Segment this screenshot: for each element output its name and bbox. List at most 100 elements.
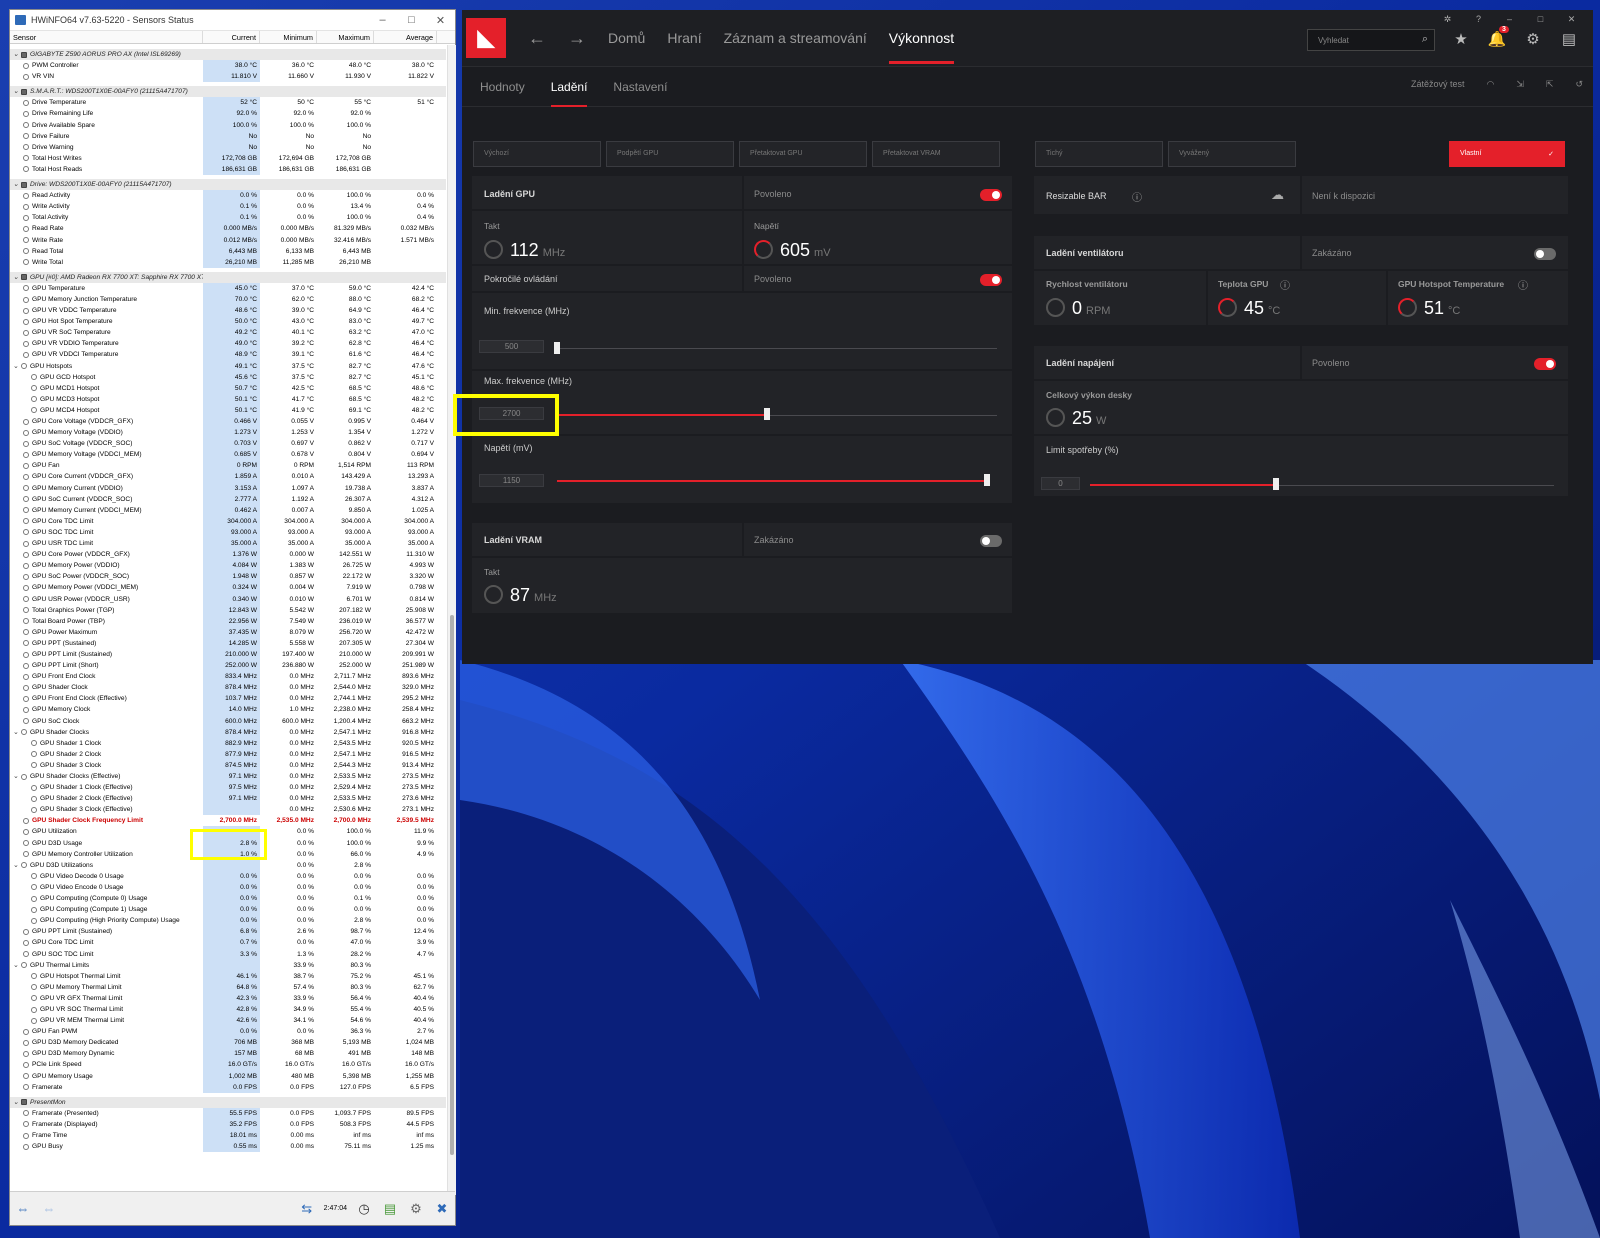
minimize-icon[interactable]: – [1494, 14, 1525, 25]
table-row[interactable]: GPU Memory Junction Temperature 70.0 °C 62… [10, 293, 446, 306]
max-freq-slider-handle[interactable] [764, 408, 770, 420]
table-row[interactable]: GPU MCD1 Hotspot 50.7 °C 42.5 °C 68.5 °C 48.… [10, 382, 446, 394]
table-row[interactable]: GPU SoC Voltage (VDDCR_SOC) 0.703 V 0.697 … [10, 438, 446, 450]
table-row[interactable]: ⌄ GPU Hotspots 49.1 °C 37.5 °C 82.7 °C 47.6 °… [10, 360, 446, 372]
bug-icon[interactable]: ✲ [1432, 14, 1463, 25]
table-row[interactable]: GPU Shader Clock 878.4 MHz 0.0 MHz 2,544.0 … [10, 682, 446, 694]
settings-icon[interactable]: ⚙ [403, 1198, 429, 1220]
table-row[interactable]: GPU VR VDDIO Temperature 49.0 °C 39.2 °C 62… [10, 338, 446, 350]
preset-oc-vram[interactable]: Přetaktovat VRAM [872, 141, 1000, 167]
table-row[interactable]: GPU VR SoC Temperature 49.2 °C 40.1 °C 63.2… [10, 327, 446, 339]
nav-gaming[interactable]: Hraní [667, 30, 701, 46]
table-row[interactable]: GPU USR Power (VDDCR_USR) 0.340 W 0.010 W 6… [10, 593, 446, 605]
max-freq-track-filled[interactable] [557, 414, 767, 416]
table-row[interactable]: Read Rate 0.000 MB/s 0.000 MB/s 81.329 MB/s… [10, 223, 446, 235]
expand-chevron-icon[interactable]: ⌄ [13, 86, 21, 97]
network-icon[interactable]: ⇆ [294, 1198, 320, 1220]
table-row[interactable]: Drive Warning No No No [10, 141, 446, 153]
table-row[interactable]: GPU Core Voltage (VDDCR_GFX) 0.466 V 0.055… [10, 416, 446, 428]
back-arrow-icon[interactable]: ← [528, 28, 546, 49]
nav-record[interactable]: Záznam a streamování [724, 30, 867, 46]
table-row[interactable]: Read Total 6,443 MB 6,133 MB 6,443 MB [10, 245, 446, 257]
table-row[interactable]: GPU D3D Memory Dynamic 157 MB 68 MB 491 MB 1… [10, 1048, 446, 1060]
scrollbar-thumb[interactable] [450, 615, 454, 1155]
search-input[interactable]: Vyhledat ⌕ [1307, 29, 1435, 51]
table-row[interactable]: GPU Core Power (VDDCR_GFX) 1.376 W 0.000 W… [10, 549, 446, 561]
table-row[interactable]: GPU Memory Usage 1,002 MB 480 MB 5,398 MB 1,… [10, 1070, 446, 1082]
col-maximum[interactable]: Maximum [317, 31, 374, 43]
table-row[interactable]: GPU VR VDDC Temperature 48.6 °C 39.0 °C 64.… [10, 305, 446, 317]
power-limit-slider-handle[interactable] [1273, 478, 1279, 490]
hotspot-help-icon[interactable]: ⓘ [1518, 277, 1528, 292]
sensor-scrollbar[interactable] [447, 45, 456, 1195]
table-row[interactable]: Total Graphics Power (TGP) 12.843 W 5.542 … [10, 604, 446, 616]
power-limit-track[interactable] [1276, 485, 1554, 486]
voltage-limit-input[interactable]: 1150 [479, 474, 544, 487]
table-row[interactable]: GPU Memory Current (VDDCI_MEM) 0.462 A 0.0… [10, 504, 446, 516]
table-row[interactable]: GPU PPT Limit (Short) 252.000 W 236.880 W 2… [10, 660, 446, 672]
table-row[interactable]: GPU Shader 2 Clock 877.9 MHz 0.0 MHz 2,547.… [10, 748, 446, 760]
table-row[interactable]: GPU Hotspot Thermal Limit 46.1 % 38.7 % 75.… [10, 970, 446, 982]
expand-chevron-icon[interactable]: ⌄ [13, 960, 21, 971]
table-row[interactable]: GPU Computing (Compute 0) Usage 0.0 % 0.0 … [10, 893, 446, 905]
voltage-limit-slider-handle[interactable] [984, 474, 990, 486]
table-row[interactable]: GPU Memory Voltage (VDDCI_MEM) 0.685 V 0.6… [10, 449, 446, 461]
report-icon[interactable]: ▤ [377, 1198, 403, 1220]
min-freq-slider-handle[interactable] [554, 342, 560, 354]
forward-arrow-icon[interactable]: → [568, 28, 586, 49]
min-freq-track[interactable] [557, 348, 997, 349]
table-row[interactable]: GPU Video Encode 0 Usage 0.0 % 0.0 % 0.0 % 0… [10, 881, 446, 894]
table-row[interactable]: GPU VR MEM Thermal Limit 42.6 % 34.1 % 54.6… [10, 1015, 446, 1027]
table-row[interactable]: GPU VR GFX Thermal Limit 42.3 % 33.9 % 56.4… [10, 992, 446, 1004]
table-row[interactable]: GPU Computing (High Priority Compute) Us… [10, 915, 446, 927]
advanced-control-toggle[interactable] [980, 274, 1002, 286]
table-row[interactable]: GPU Shader 1 Clock 882.9 MHz 0.0 MHz 2,543.… [10, 737, 446, 749]
collapse-arrows-icon[interactable]: ⇔ [36, 1198, 62, 1220]
table-row[interactable]: Total Host Writes 172,708 GB 172,694 GB 172… [10, 152, 446, 164]
table-row[interactable]: GPU Memory Voltage (VDDIO) 1.273 V 1.253 V… [10, 427, 446, 439]
sensor-group-row[interactable]: ⌄ Drive: WDS200T1X0E-00AFY0 (21115A471707… [10, 179, 446, 191]
tab-values[interactable]: Hodnoty [472, 80, 533, 94]
table-row[interactable]: GPU Fan 0 RPM 0 RPM 1,514 RPM 113 RPM [10, 460, 446, 472]
export-icon[interactable]: ⇱ [1546, 79, 1554, 90]
table-row[interactable]: GPU VR VDDCI Temperature 48.9 °C 39.1 °C 61… [10, 349, 446, 361]
table-row[interactable]: GPU SOC TDC Limit 93.000 A 93.000 A 93.000 … [10, 526, 446, 539]
sensor-group-row[interactable]: ⌄ S.M.A.R.T.: WDS200T1X0E-00AFY0 (21115A4… [10, 86, 446, 98]
table-row[interactable]: GPU Memory Power (VDDCI_MEM) 0.324 W 0.004… [10, 582, 446, 594]
table-row[interactable]: Total Host Reads 186,631 GB 186,631 GB 186,… [10, 163, 446, 176]
table-row[interactable]: GPU Fan PWM 0.0 % 0.0 % 36.3 % 2.7 % [10, 1026, 446, 1038]
table-row[interactable]: GPU Core Current (VDDCR_GFX) 1.859 A 0.010… [10, 471, 446, 483]
min-freq-input[interactable]: 500 [479, 340, 544, 353]
table-row[interactable]: GPU USR TDC Limit 35.000 A 35.000 A 35.000 … [10, 538, 446, 550]
table-row[interactable]: Framerate (Presented) 55.5 FPS 0.0 FPS 1,09… [10, 1107, 446, 1119]
bell-icon[interactable]: 🔔 3 [1479, 25, 1515, 48]
col-sensor[interactable]: Sensor [10, 31, 203, 43]
expand-chevron-icon[interactable]: ⌄ [13, 179, 21, 190]
rbar-help-icon[interactable]: ⓘ [1132, 189, 1142, 204]
gauge-icon[interactable]: ◠ [1487, 79, 1495, 90]
star-icon[interactable]: ★ [1443, 30, 1479, 48]
table-row[interactable]: GPU PPT Limit (Sustained) 6.8 % 2.6 % 98.7 … [10, 926, 446, 938]
table-row[interactable]: GPU Busy 0.55 ms 0.00 ms 75.11 ms 1.25 ms [10, 1141, 446, 1153]
table-row[interactable]: GPU Memory Current (VDDIO) 3.153 A 1.097 A… [10, 482, 446, 494]
table-row[interactable]: GPU SOC TDC Limit 3.3 % 1.3 % 28.2 % 4.7 % [10, 948, 446, 960]
table-row[interactable]: GPU Shader 1 Clock (Effective) 97.5 MHz 0.… [10, 782, 446, 794]
table-row[interactable]: Framerate 0.0 FPS 0.0 FPS 127.0 FPS 6.5 FPS [10, 1081, 446, 1093]
table-row[interactable]: Write Rate 0.012 MB/s 0.000 MB/s 32.416 MB/… [10, 234, 446, 246]
table-row[interactable]: GPU Computing (Compute 1) Usage 0.0 % 0.0 … [10, 904, 446, 916]
table-row[interactable]: GPU Shader 3 Clock (Effective) 0.0 MHz 2,5… [10, 804, 446, 816]
table-row[interactable]: GPU PPT (Sustained) 14.285 W 5.558 W 207.30… [10, 637, 446, 649]
col-current[interactable]: Current [203, 31, 260, 43]
sensor-group-row[interactable]: ⌄ GIGABYTE Z590 AORUS PRO AX (Intel ISL69… [10, 49, 446, 61]
table-row[interactable]: PCIe Link Speed 16.0 GT/s 16.0 GT/s 16.0 GT… [10, 1059, 446, 1071]
table-row[interactable]: GPU Hot Spot Temperature 50.0 °C 43.0 °C 83… [10, 316, 446, 328]
preset-custom[interactable]: Vlastní ✓ [1449, 141, 1565, 167]
nav-home[interactable]: Domů [608, 30, 645, 46]
power-tuning-toggle[interactable] [1534, 358, 1556, 370]
table-row[interactable]: GPU Temperature 45.0 °C 37.0 °C 59.0 °C 42.4… [10, 282, 446, 294]
expand-chevron-icon[interactable]: ⌄ [13, 49, 21, 60]
close-icon[interactable]: ✕ [1556, 14, 1587, 25]
table-row[interactable]: GPU Shader Clock Frequency Limit 2,700.0 … [10, 815, 446, 826]
table-row[interactable]: ⌄ GPU Shader Clocks (Effective) 97.1 MHz 0.… [10, 771, 446, 783]
preset-default[interactable]: Výchozí [473, 141, 601, 167]
